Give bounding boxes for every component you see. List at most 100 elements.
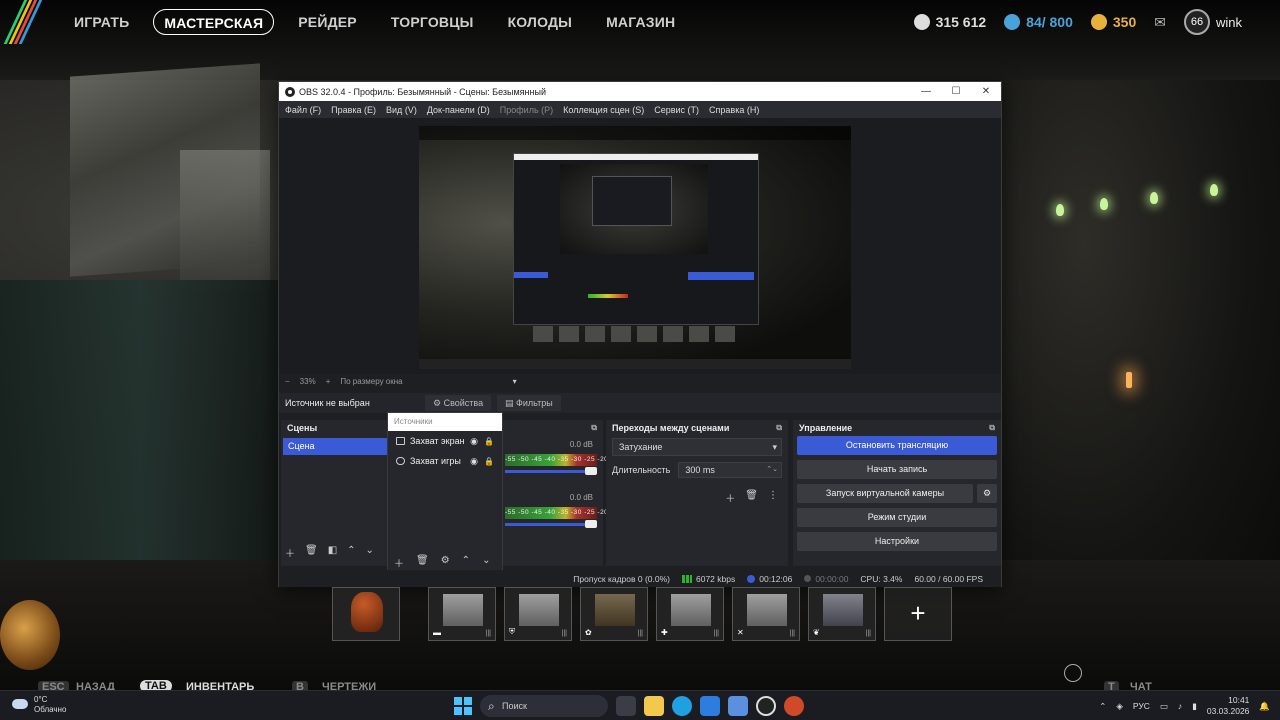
zoom-fit-select[interactable]: По размеру окна: [340, 377, 402, 386]
virtual-camera-settings-button[interactable]: ⚙: [977, 484, 997, 503]
tray-app-icon[interactable]: ◈: [1116, 701, 1123, 712]
filters-button[interactable]: ▤ Фильтры: [497, 395, 561, 411]
sources-header[interactable]: Источники: [388, 413, 502, 431]
source-item[interactable]: Захват игры ◉ 🔒: [388, 451, 502, 471]
eye-icon[interactable]: ◉: [470, 456, 478, 467]
candle-light: [1126, 372, 1132, 388]
game-icon[interactable]: [784, 696, 804, 716]
maximize-button[interactable]: ☐: [941, 82, 971, 101]
currency-tertiary: 350: [1090, 14, 1136, 30]
menu-help[interactable]: Справка (H): [709, 105, 759, 115]
language-indicator[interactable]: РУС: [1133, 701, 1150, 711]
close-button[interactable]: ✕: [971, 82, 1001, 101]
hotbar-slot[interactable]: ❦ |||: [808, 587, 876, 641]
volume-slider[interactable]: [505, 470, 597, 473]
obs-icon[interactable]: [756, 696, 776, 716]
token-icon: [1004, 14, 1021, 30]
dock-float-icon[interactable]: ⧉: [591, 423, 597, 433]
studio-mode-button[interactable]: Режим студии: [797, 508, 997, 527]
hotbar-slot[interactable]: ▬ |||: [428, 587, 496, 641]
signal-icon: [682, 574, 692, 583]
volume-slider-knob[interactable]: [585, 467, 597, 475]
app-icon[interactable]: [728, 696, 748, 716]
coin-icon: [913, 14, 930, 30]
hotbar-slot[interactable]: [332, 587, 400, 641]
start-recording-button[interactable]: Начать запись: [797, 460, 997, 479]
move-up-button[interactable]: ⌃: [462, 555, 470, 570]
eye-icon[interactable]: ◉: [470, 436, 478, 447]
clock[interactable]: 10:41 03.03.2026: [1207, 695, 1250, 717]
store-icon[interactable]: [700, 696, 720, 716]
start-virtual-camera-button[interactable]: Запуск виртуальной камеры: [797, 484, 973, 503]
remove-source-button[interactable]: 🗑: [416, 555, 429, 570]
add-source-button[interactable]: ＋: [394, 555, 404, 570]
crown-icon[interactable]: [1064, 664, 1082, 682]
nav-workshop[interactable]: МАСТЕРСКАЯ: [153, 9, 275, 35]
start-button[interactable]: [454, 697, 472, 715]
properties-button[interactable]: ⚙ Свойства: [425, 395, 492, 411]
add-scene-button[interactable]: ＋: [285, 545, 295, 560]
more-options-icon[interactable]: ⋮: [768, 490, 778, 505]
hotbar-slot[interactable]: ⛨ |||: [504, 587, 572, 641]
player-name[interactable]: wink: [1216, 15, 1242, 30]
zoom-in-button[interactable]: +: [326, 377, 331, 386]
lamp-light: [1100, 198, 1108, 210]
remove-scene-button[interactable]: 🗑: [305, 545, 318, 560]
stop-stream-button[interactable]: Остановить трансляцию: [797, 436, 997, 455]
source-settings-button[interactable]: ⚙: [441, 555, 450, 570]
minimize-button[interactable]: —: [911, 82, 941, 101]
volume-slider-knob[interactable]: [585, 520, 597, 528]
move-down-button[interactable]: ⌄: [482, 555, 490, 570]
nav-play[interactable]: ИГРАТЬ: [64, 9, 139, 35]
transition-type-select[interactable]: Затухание: [612, 438, 782, 456]
menu-profile[interactable]: Профиль (P): [500, 105, 553, 115]
zoom-out-button[interactable]: −: [285, 377, 290, 386]
duration-input[interactable]: 300 ms: [678, 462, 782, 478]
menu-edit[interactable]: Правка (E): [331, 105, 376, 115]
menu-file[interactable]: Файл (F): [285, 105, 321, 115]
taskbar-search[interactable]: Поиск: [480, 695, 608, 717]
add-station-button[interactable]: +: [884, 587, 952, 641]
dock-float-icon[interactable]: ⧉: [776, 423, 782, 433]
nav-raider[interactable]: РЕЙДЕР: [288, 9, 367, 35]
transitions-dock: Переходы между сценами ⧉ Затухание Длите…: [606, 420, 788, 566]
add-transition-button[interactable]: ＋: [725, 490, 735, 505]
menu-view[interactable]: Вид (V): [386, 105, 417, 115]
chevron-up-icon[interactable]: ⌃: [1099, 701, 1106, 712]
source-item[interactable]: Захват экран ◉ 🔒: [388, 431, 502, 451]
task-view-icon[interactable]: [616, 696, 636, 716]
hotbar-slot[interactable]: ✚ |||: [656, 587, 724, 641]
chevron-down-icon[interactable]: ▾: [513, 377, 517, 386]
settings-button[interactable]: Настройки: [797, 532, 997, 551]
nav-decks[interactable]: КОЛОДЫ: [498, 9, 583, 35]
hotbar-slot[interactable]: ✕ |||: [732, 587, 800, 641]
nav-shop[interactable]: МАГАЗИН: [596, 9, 685, 35]
lock-icon[interactable]: 🔒: [484, 437, 494, 446]
move-up-button[interactable]: ⌃: [347, 545, 355, 560]
mail-button[interactable]: ✉: [1154, 14, 1166, 31]
battery-icon[interactable]: ▮: [1192, 701, 1197, 712]
volume-slider[interactable]: [505, 523, 597, 526]
network-icon[interactable]: ▭: [1160, 701, 1168, 712]
menu-scene-collection[interactable]: Коллекция сцен (S): [563, 105, 644, 115]
nav-traders[interactable]: ТОРГОВЦЫ: [381, 9, 484, 35]
file-explorer-icon[interactable]: [644, 696, 664, 716]
volume-icon[interactable]: ♪: [1178, 701, 1182, 711]
menu-tools[interactable]: Сервис (T): [654, 105, 699, 115]
weather-widget[interactable]: 0°C Облачно: [12, 695, 66, 715]
gear-icon: ⚙: [982, 488, 992, 498]
move-down-button[interactable]: ⌄: [366, 545, 374, 560]
obs-titlebar[interactable]: OBS 32.0.4 - Профиль: Безымянный - Сцены…: [279, 82, 1001, 101]
preview-canvas[interactable]: [419, 126, 851, 369]
hotbar-slot[interactable]: ✿ |||: [580, 587, 648, 641]
edge-icon[interactable]: [672, 696, 692, 716]
menu-docks[interactable]: Док-панели (D): [427, 105, 490, 115]
dock-float-icon[interactable]: ⧉: [989, 423, 995, 433]
notifications-icon[interactable]: 🔔: [1259, 701, 1270, 712]
remove-transition-button[interactable]: 🗑: [745, 490, 758, 505]
lock-icon[interactable]: 🔒: [484, 457, 494, 466]
duration-label: Длительность: [612, 465, 671, 475]
player-level-badge[interactable]: 66: [1183, 9, 1210, 35]
scene-filter-button[interactable]: ◧: [328, 545, 337, 560]
workbench-icon: [823, 594, 863, 626]
